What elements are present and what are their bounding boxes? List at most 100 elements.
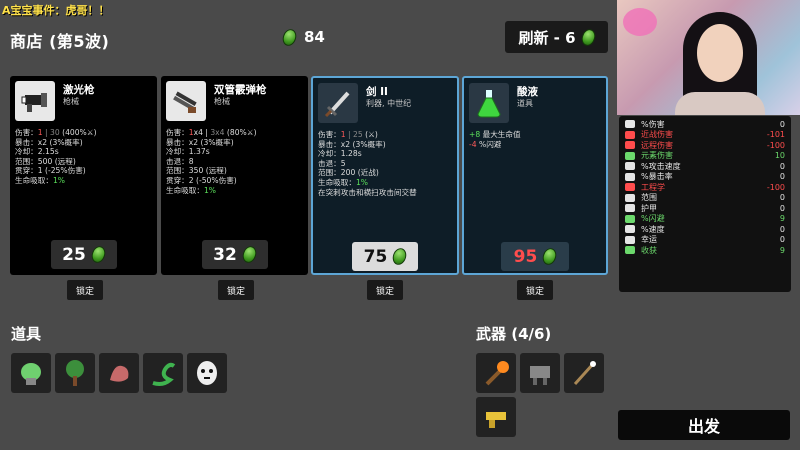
material-gem-icon [280,26,299,48]
stat-row: %攻击速度 0 [625,161,785,172]
lock-button[interactable]: 锁定 [367,280,404,300]
lock-button[interactable]: 锁定 [67,280,104,300]
stat-line: 生命吸取：1% [166,185,217,195]
stat-value: 0 [779,119,785,129]
sword-icon [318,83,358,123]
stat-line: 范围：500 (远程) [15,156,76,166]
stat-label: 近战伤害 [641,130,673,140]
refresh-label: 刷新 - 6 [518,28,576,47]
stat-icon [625,235,635,244]
stat-value: 0 [779,161,785,171]
card-name: 酸液 [517,86,538,98]
shop-card-double-barrel-shotgun[interactable]: 双管霰弹枪 枪械 伤害：1x4 | 3x4 (80%⚔) 暴击：x2 (3%概率)… [161,76,308,275]
stat-label: 范围 [641,193,657,203]
stat-icon [625,214,635,223]
weapons-section-title: 武器 (4/6) [476,325,552,343]
shop-card-sword[interactable]: 剑 II 利器, 中世纪 伤害：1 | 25 (⚔) 暴击：x2 (3%概率) 冷却… [311,76,459,275]
material-gem-icon [240,244,259,265]
shotgun-icon [166,81,206,121]
stat-line: 范围：200 (近战) [318,168,379,178]
mask-icon[interactable] [187,353,227,393]
price-value: 95 [513,246,538,267]
stat-value: -100 [766,140,785,150]
stat-icon [625,162,635,171]
stat-line: 贯穿：1 (-25%伤害) [15,166,86,176]
stat-line: 伤害：1 | 25 (⚔) [318,130,378,139]
fleshy-hand-icon[interactable] [99,353,139,393]
stat-value: 0 [779,193,785,203]
stat-label: 护甲 [641,203,657,213]
stat-line: -4 %闪避 [469,139,502,149]
shop-card-laser-gun[interactable]: 激光枪 枪械 伤害：1 | 30 (400%⚔) 暴击：x2 (3%概率) 冷却：2… [10,76,157,275]
buy-price-button[interactable]: 75 [352,242,418,271]
stat-icon [625,246,635,255]
stat-line: 伤害：1x4 | 3x4 (80%⚔) [166,128,257,137]
materials-counter: 84 [280,26,325,48]
stat-line: 击退：5 [318,158,346,168]
stat-value: 0 [779,235,785,245]
stat-value: 0 [779,203,785,213]
card-stats: +8 最大生命值 -4 %闪避 [469,130,601,149]
stat-row: 元素伤害 10 [625,151,785,162]
shop-card-acid[interactable]: 酸液 道具 +8 最大生命值 -4 %闪避 95 [462,76,608,275]
stat-value: 9 [779,245,785,255]
card-class: 利器, 中世纪 [366,99,412,108]
card-stats: 伤害：1x4 | 3x4 (80%⚔) 暴击：x2 (3%概率) 冷却：1.37s 击… [166,128,303,195]
stat-row: 远程伤害 -100 [625,140,785,151]
stat-row: %速度 0 [625,224,785,235]
stat-line: 伤害：1 | 30 (400%⚔) [15,128,97,137]
torch-icon[interactable] [476,353,516,393]
acid-flask-icon [469,83,509,123]
snake-icon[interactable] [143,353,183,393]
stat-row: 护甲 0 [625,203,785,214]
tree-icon[interactable] [55,353,95,393]
lock-button[interactable]: 锁定 [218,280,255,300]
lock-button[interactable]: 锁定 [517,280,554,300]
stat-label: 工程学 [641,182,665,192]
stat-value: 0 [779,224,785,234]
stat-line: 冷却：1.37s [166,147,210,157]
brass-knuckles-icon[interactable] [476,397,516,437]
price-value: 75 [363,246,388,267]
price-value: 32 [213,244,237,265]
buy-price-button[interactable]: 25 [50,240,117,269]
stat-line: 暴击：x2 (3%概率) [318,139,386,149]
stat-icon [625,151,635,160]
stat-row: %暴击率 0 [625,172,785,183]
material-gem-icon [89,244,108,265]
card-class: 枪械 [63,97,79,106]
wand-icon[interactable] [564,353,604,393]
materials-value: 84 [304,28,325,46]
turret-icon[interactable] [520,353,560,393]
stat-label: %暴击率 [641,172,673,182]
stat-icon [625,204,635,213]
stat-line: 范围：350 (远程) [166,166,227,176]
stat-line: 击退：8 [166,156,194,166]
buy-price-button[interactable]: 95 [501,242,569,271]
brain-coral-icon[interactable] [11,353,51,393]
card-stats: 伤害：1 | 25 (⚔) 暴击：x2 (3%概率) 冷却：1.28s 击退：5 范围：… [318,130,452,197]
stat-row: 幸运 0 [625,235,785,246]
stat-label: %伤害 [641,119,665,129]
card-name: 双管霰弹枪 [214,84,267,96]
stat-line: 冷却：1.28s [318,149,362,159]
stat-label: 远程伤害 [641,140,673,150]
stat-value: 0 [779,172,785,182]
laser-gun-icon [15,81,55,121]
stat-line: 贯穿：2 (-50%伤害) [166,175,237,185]
material-gem-icon [390,246,409,267]
card-class: 枪械 [214,97,230,106]
stat-label: %速度 [641,224,665,234]
buy-price-button[interactable]: 32 [201,240,268,269]
stat-line: 生命吸取：1% [15,175,66,185]
shop-title: 商店 (第5波) [10,32,110,51]
refresh-button[interactable]: 刷新 - 6 [505,21,608,53]
stat-label: %攻击速度 [641,161,681,171]
stat-icon [625,120,635,129]
stat-line: 在突刺攻击和横扫攻击间交替 [318,187,417,197]
card-name: 剑 II [366,86,388,98]
stat-line: 冷却：2.15s [15,147,59,157]
stat-row: %伤害 0 [625,119,785,130]
stat-label: 收获 [641,245,657,255]
depart-button[interactable]: 出发 [618,410,790,440]
